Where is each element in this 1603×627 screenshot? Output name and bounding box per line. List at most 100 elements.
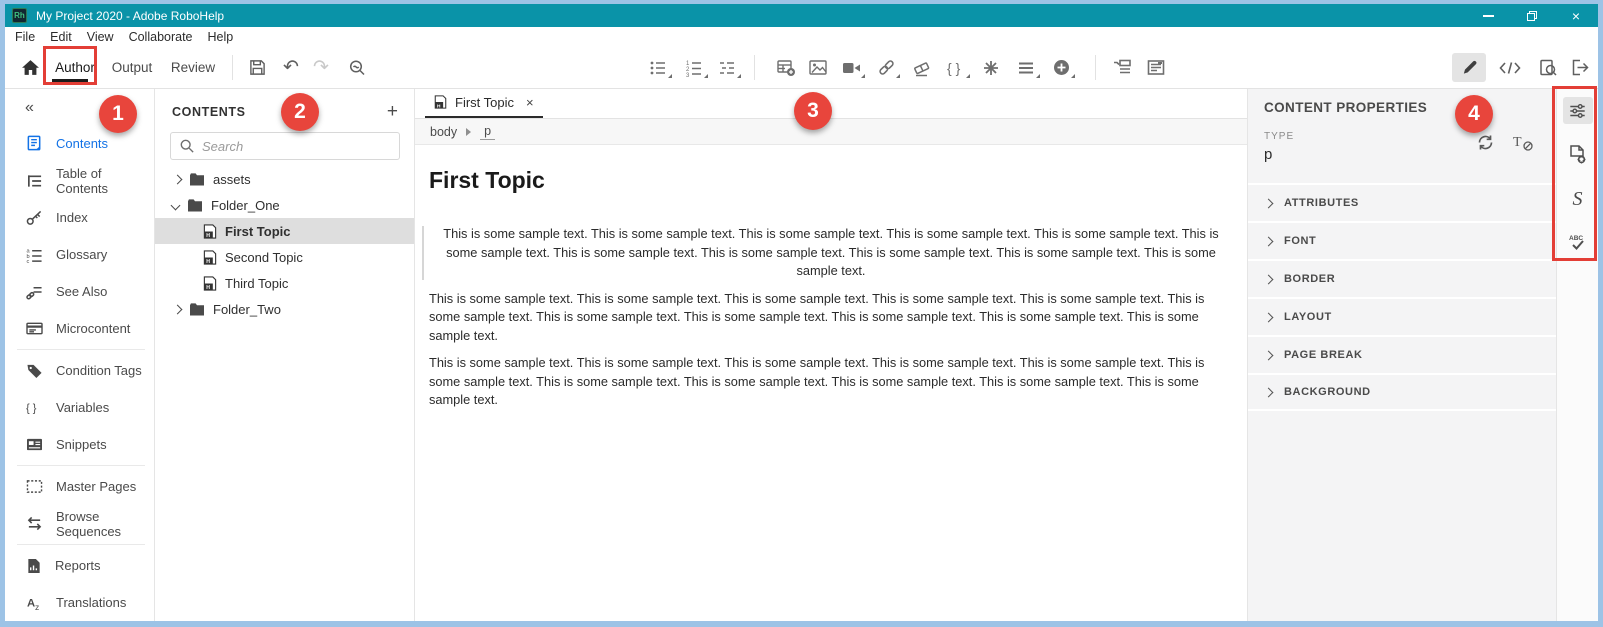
insert-toc-placeholder-button[interactable] [1107, 53, 1137, 82]
chevron-right-icon [1264, 312, 1274, 322]
clear-formatting-button[interactable] [906, 53, 936, 82]
tab-close-icon[interactable]: × [526, 95, 534, 110]
sidebar-item-condition-tags[interactable]: Condition Tags [5, 352, 154, 389]
menu-collaborate[interactable]: Collaborate [129, 30, 193, 44]
tree-item-first-topic[interactable]: H First Topic [155, 218, 414, 244]
sidebar-item-snippets[interactable]: Snippets [5, 426, 154, 463]
topic-paragraph[interactable]: This is some sample text. This is some s… [429, 290, 1233, 346]
sidebar-item-reports[interactable]: Reports [5, 547, 154, 584]
preview-icon [1539, 59, 1557, 77]
horizontal-lines-icon [1017, 60, 1035, 76]
section-page-break[interactable]: PAGE BREAK [1248, 335, 1556, 373]
section-attributes[interactable]: ATTRIBUTES [1248, 183, 1556, 221]
topic-paragraph[interactable]: This is some sample text. This is some s… [429, 354, 1233, 410]
save-button[interactable] [242, 53, 272, 82]
sidebar-item-master-pages[interactable]: Master Pages [5, 468, 154, 505]
chevron-down-icon[interactable] [171, 200, 181, 210]
restore-button[interactable] [1510, 4, 1554, 27]
tree-item-folder-one[interactable]: Folder_One [155, 192, 414, 218]
insert-link-button[interactable] [871, 53, 901, 82]
insert-snippet-button[interactable] [976, 53, 1006, 82]
sidebar-item-label: Condition Tags [56, 363, 142, 378]
sidebar-item-label: Reports [55, 558, 101, 573]
editor-tab-first-topic[interactable]: H First Topic × [425, 88, 543, 118]
glossary-icon: abc [26, 247, 43, 263]
search-input[interactable] [202, 139, 399, 154]
sidebar-item-contents[interactable]: Contents [5, 125, 154, 162]
robohelp-logo-icon: Rh [12, 8, 27, 23]
insert-video-button[interactable] [836, 53, 866, 82]
tree-item-third-topic[interactable]: H Third Topic [155, 270, 414, 296]
svg-text:H: H [206, 259, 210, 265]
left-navigation: « Contents Table of Contents Index abc G… [5, 89, 155, 621]
breadcrumb-current[interactable]: p [480, 124, 495, 140]
menu-file[interactable]: File [15, 30, 35, 44]
home-button[interactable] [15, 53, 45, 82]
add-new-item-button[interactable]: + [387, 102, 398, 121]
topic-file-icon: H [203, 276, 217, 291]
sidebar-item-index[interactable]: Index [5, 199, 154, 236]
workspace-tab-output[interactable]: Output [102, 46, 162, 88]
sidebar-item-glossary[interactable]: abc Glossary [5, 236, 154, 273]
menu-help[interactable]: Help [208, 30, 234, 44]
numbered-list-button[interactable]: 123 [679, 53, 709, 82]
workspace-tab-review[interactable]: Review [158, 46, 228, 88]
find-replace-button[interactable] [342, 53, 372, 82]
paragraph-styles-button[interactable] [1011, 53, 1041, 82]
menu-edit[interactable]: Edit [50, 30, 72, 44]
insert-image-button[interactable] [803, 53, 833, 82]
preview-button[interactable] [1533, 53, 1563, 82]
sidebar-item-label: Index [56, 210, 88, 225]
edit-mode-button[interactable] [1452, 53, 1486, 82]
sidebar-item-label: Translations [56, 595, 126, 610]
contents-panel-title: CONTENTS [172, 105, 246, 119]
multilevel-list-button[interactable] [712, 53, 742, 82]
minimize-button[interactable] [1466, 4, 1510, 27]
refresh-icon [1476, 133, 1495, 152]
chevron-right-icon[interactable] [173, 174, 183, 184]
insert-variable-button[interactable]: { } [941, 53, 971, 82]
topic-paragraph[interactable]: This is some sample text. This is some s… [429, 225, 1233, 281]
section-border[interactable]: BORDER [1248, 259, 1556, 297]
topic-file-icon: H [434, 95, 447, 109]
section-font[interactable]: FONT [1248, 221, 1556, 259]
chevron-right-icon[interactable] [173, 304, 183, 314]
tree-item-label: assets [213, 172, 251, 187]
insert-table-button[interactable] [771, 53, 801, 82]
home-icon [21, 59, 40, 76]
tree-item-folder-two[interactable]: Folder_Two [155, 296, 414, 322]
output-view-button[interactable] [1565, 53, 1595, 82]
undo-button[interactable]: ↶ [276, 53, 306, 82]
topic-canvas[interactable]: First Topic This is some sample text. Th… [415, 145, 1247, 621]
sidebar-item-translations[interactable]: Az Translations [5, 584, 154, 621]
insert-link-icon [877, 58, 896, 77]
tree-item-assets[interactable]: assets [155, 166, 414, 192]
editor-area: H First Topic × body p First Topic This … [415, 89, 1248, 621]
sidebar-item-variables[interactable]: { } Variables [5, 389, 154, 426]
sidebar-item-microcontent[interactable]: Microcontent [5, 310, 154, 347]
close-button[interactable]: × [1554, 4, 1598, 27]
section-layout[interactable]: LAYOUT [1248, 297, 1556, 335]
breadcrumb-body[interactable]: body [430, 125, 457, 139]
sidebar-item-see-also[interactable]: See Also [5, 273, 154, 310]
master-page-button[interactable] [1141, 53, 1171, 82]
tree-item-second-topic[interactable]: H Second Topic [155, 244, 414, 270]
type-value: p [1264, 146, 1540, 163]
chevron-right-icon [1264, 236, 1274, 246]
sidebar-item-browse-sequences[interactable]: Browse Sequences [5, 505, 154, 542]
type-label: TYPE [1264, 131, 1540, 142]
tree-item-label: Folder_Two [213, 302, 281, 317]
insert-more-button[interactable] [1046, 53, 1076, 82]
section-background[interactable]: BACKGROUND [1248, 373, 1556, 411]
see-also-icon [26, 284, 43, 300]
search-box [170, 132, 400, 160]
redo-button[interactable]: ↷ [306, 53, 336, 82]
menu-view[interactable]: View [87, 30, 114, 44]
source-view-button[interactable] [1495, 53, 1525, 82]
folder-icon [187, 198, 203, 212]
clear-type-button[interactable]: T [1510, 129, 1536, 155]
bullet-list-button[interactable] [643, 53, 673, 82]
insert-video-icon [842, 60, 861, 76]
insert-table-icon [777, 59, 796, 77]
sidebar-item-table-of-contents[interactable]: Table of Contents [5, 162, 154, 199]
